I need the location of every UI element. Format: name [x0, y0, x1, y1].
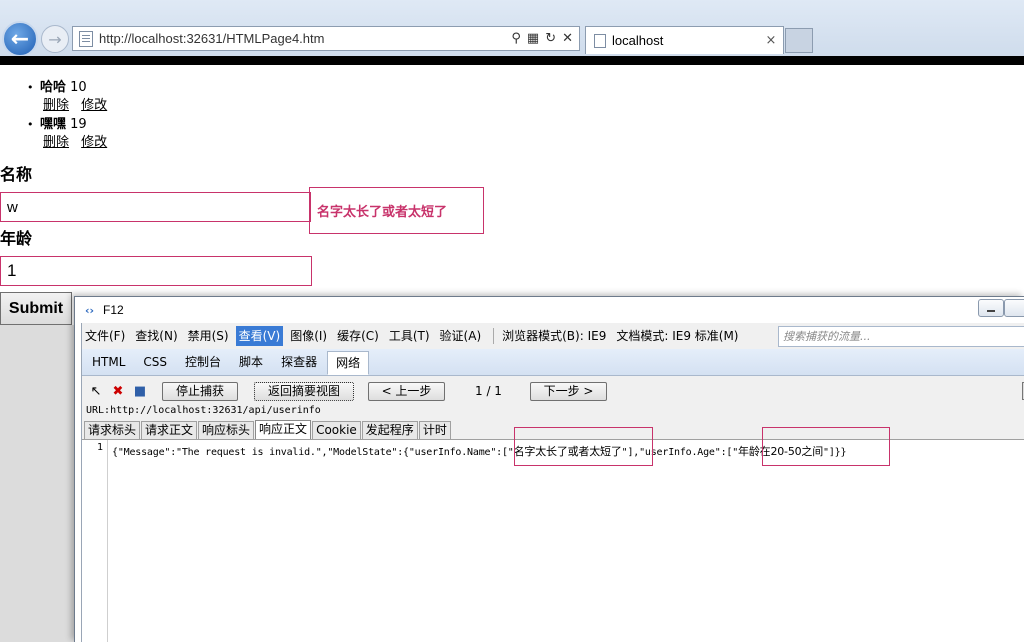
devtools-tab[interactable]: CSS: [135, 351, 175, 375]
minimize-button[interactable]: [978, 299, 1004, 317]
devtools-tab[interactable]: 脚本: [231, 351, 271, 375]
tab-title: localhost: [612, 33, 664, 48]
detail-tabs: 请求标头 请求正文 响应标头 响应正文 Cookie 发起程序 计时: [84, 420, 452, 439]
address-url[interactable]: http://localhost:32631/HTMLPage4.htm: [99, 31, 511, 46]
devtools-body: 文件(F) 查找(N) 禁用(S) 查看(V) 图像(I) 缓存(C) 工具(T) 验证(A)…: [81, 323, 1024, 642]
response-body-panel: 1 {"Message":"The request is invalid.","…: [82, 427, 1024, 642]
stop-capture-button[interactable]: 停止捕获: [162, 381, 238, 401]
page-counter: 1 / 1: [475, 384, 502, 398]
detail-tab[interactable]: 请求正文: [141, 421, 198, 439]
select-element-icon[interactable]: ↖: [88, 383, 104, 399]
devtools-window: ‹› F12 文件(F) 查找(N) 禁用(S) 查看(V) 图像(I) 缓存(C) 工具(…: [74, 296, 1024, 642]
detail-tab[interactable]: 响应正文: [255, 420, 312, 439]
line-gutter: 1: [82, 440, 108, 642]
name-error-highlight: [514, 427, 653, 466]
edit-link[interactable]: 修改: [81, 135, 107, 150]
toolbar-divider: [0, 56, 1024, 65]
detail-tab[interactable]: 计时: [418, 421, 451, 439]
devtools-tab[interactable]: 网络: [327, 351, 370, 375]
line-number: 1: [96, 442, 103, 453]
new-tab-button[interactable]: [785, 28, 813, 53]
menu-item[interactable]: 查找(N): [132, 326, 180, 346]
menu-item[interactable]: 工具(T): [386, 326, 433, 346]
user-name: 哈哈: [40, 80, 67, 95]
refresh-icon[interactable]: ↻: [545, 31, 556, 46]
tab-page-icon: [594, 33, 606, 48]
edit-link[interactable]: 修改: [81, 98, 107, 113]
delete-link[interactable]: 删除: [43, 135, 69, 150]
devtools-tab[interactable]: 控制台: [177, 351, 229, 375]
detail-tab[interactable]: 响应标头: [198, 421, 255, 439]
page-background-area: [0, 325, 75, 642]
devtools-logo-icon: ‹›: [85, 303, 95, 317]
tab-localhost[interactable]: localhost ×: [585, 26, 784, 54]
name-input[interactable]: w: [0, 192, 311, 222]
delete-link[interactable]: 删除: [43, 98, 69, 113]
response-part: {"Message":"The request is invalid.","Mo…: [112, 447, 514, 458]
save-icon[interactable]: ■: [132, 383, 148, 399]
previous-button[interactable]: < 上一步: [368, 381, 445, 401]
age-label: 年龄: [0, 229, 33, 248]
name-error-box: 名字太长了或者太短了: [309, 187, 484, 234]
tab-close-icon[interactable]: ×: [763, 33, 779, 48]
address-actions: ⚲ ▦ ↻ ✕: [511, 31, 573, 46]
devtools-titlebar[interactable]: ‹› F12: [75, 297, 1024, 323]
clear-entries-icon[interactable]: ✖: [110, 383, 126, 399]
user-age: 19: [70, 117, 87, 132]
menu-item[interactable]: 查看(V): [235, 326, 284, 346]
forward-arrow-icon: →: [48, 29, 62, 49]
age-input[interactable]: 1: [0, 256, 312, 286]
menu-item[interactable]: 浏览器模式(B): IE9: [499, 326, 609, 346]
name-error-message: 名字太长了或者太短了: [317, 205, 448, 220]
compat-view-icon[interactable]: ▦: [527, 31, 539, 46]
summary-view-button[interactable]: 返回摘要视图: [254, 381, 354, 401]
devtools-title: F12: [103, 303, 124, 317]
menu-item[interactable]: 缓存(C): [334, 326, 382, 346]
name-label: 名称: [0, 165, 33, 184]
devtools-tabbar: HTML CSS 控制台 脚本 探查器 网络: [82, 349, 1024, 376]
next-button[interactable]: 下一步 >: [530, 381, 607, 401]
response-body-text: {"Message":"The request is invalid.","Mo…: [112, 443, 847, 459]
devtools-tab[interactable]: 探查器: [273, 351, 325, 375]
menu-separator: [493, 328, 495, 344]
menu-item[interactable]: 验证(A): [437, 326, 485, 346]
back-button[interactable]: ←: [2, 21, 38, 57]
search-icon[interactable]: ⚲: [511, 31, 521, 46]
menu-item[interactable]: 文档模式: IE9 标准(M): [613, 326, 741, 346]
submit-button[interactable]: Submit: [0, 292, 72, 325]
page-icon: [79, 30, 93, 47]
minimize-icon: [987, 310, 995, 312]
detail-tab[interactable]: 发起程序: [361, 421, 418, 439]
detail-tab[interactable]: Cookie: [312, 421, 361, 439]
list-item: 哈哈 10 删除 修改: [0, 79, 400, 116]
user-list: 哈哈 10 删除 修改 嘿嘿 19 删除 修改: [0, 79, 400, 153]
address-bar[interactable]: http://localhost:32631/HTMLPage4.htm ⚲ ▦…: [72, 26, 580, 51]
detail-tab[interactable]: 请求标头: [84, 421, 141, 439]
menu-item[interactable]: 图像(I): [287, 326, 330, 346]
age-error-highlight: [762, 427, 890, 466]
stop-icon[interactable]: ✕: [562, 31, 573, 46]
devtools-tab[interactable]: HTML: [84, 351, 133, 375]
list-item: 嘿嘿 19 删除 修改: [0, 116, 400, 153]
browser-toolbar: ← → http://localhost:32631/HTMLPage4.htm…: [0, 0, 1024, 57]
back-arrow-icon: ←: [10, 26, 30, 52]
request-url: URL:http://localhost:32631/api/userinfo: [86, 405, 321, 416]
menu-item[interactable]: 文件(F): [82, 326, 128, 346]
maximize-button[interactable]: [1004, 299, 1024, 317]
menu-item[interactable]: 禁用(S): [185, 326, 232, 346]
user-name: 嘿嘿: [40, 117, 67, 132]
network-toolbar: ↖ ✖ ■ 停止捕获 返回摘要视图 < 上一步 1 / 1 下一步 >: [82, 379, 1024, 403]
traffic-search-input[interactable]: 搜索捕获的流量...: [778, 326, 1024, 347]
forward-button[interactable]: →: [41, 25, 69, 53]
user-age: 10: [70, 80, 87, 95]
